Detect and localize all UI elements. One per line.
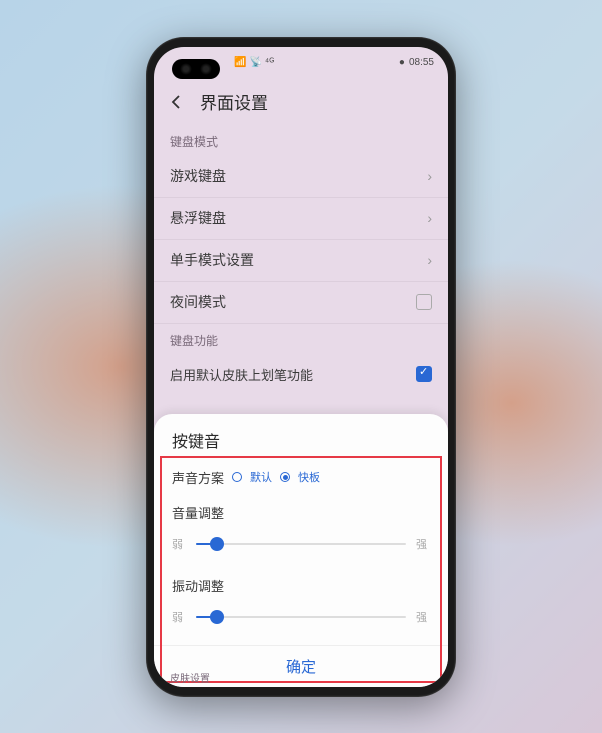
network-type: ⁴ᴳ (265, 57, 274, 68)
key-sound-dialog: 按键音 声音方案 默认 快板 音量调整 弱 (154, 414, 448, 687)
sound-scheme-label: 声音方案 (172, 468, 224, 487)
page-title: 界面设置 (200, 89, 268, 114)
signal-icon: 📶 (234, 57, 246, 68)
bottom-hint-text: 皮肤设置 (170, 670, 210, 685)
vibration-section: 振动调整 弱 强 (154, 566, 448, 639)
list-item-label: 启用默认皮肤上划笔功能 (170, 365, 313, 384)
radio-kuaiban[interactable] (280, 472, 290, 482)
volume-min-label: 弱 (172, 536, 186, 552)
list-item-label: 悬浮键盘 (170, 208, 226, 228)
battery-icon: ● (399, 57, 405, 68)
chevron-right-icon: › (427, 210, 432, 226)
section-header-keyboard-function: 键盘功能 (154, 324, 448, 355)
vibration-title: 振动调整 (172, 576, 430, 595)
section-header-keyboard-mode: 键盘模式 (154, 125, 448, 156)
screen: 📶 📡 ⁴ᴳ ● 08:55 界面设置 键盘模式 游戏键盘 › 悬浮键盘 › (154, 47, 448, 687)
volume-slider-thumb[interactable] (210, 537, 224, 551)
radio-label-default: 默认 (250, 469, 272, 485)
list-item-label: 游戏键盘 (170, 166, 226, 186)
vibration-max-label: 强 (416, 609, 430, 625)
wifi-icon: 📡 (249, 57, 261, 68)
radio-label-kuaiban: 快板 (298, 469, 320, 485)
volume-max-label: 强 (416, 536, 430, 552)
status-time: 08:55 (409, 57, 434, 68)
list-item-label: 夜间模式 (170, 292, 226, 312)
volume-section: 音量调整 弱 强 (154, 493, 448, 566)
vibration-slider-thumb[interactable] (210, 610, 224, 624)
list-item-game-keyboard[interactable]: 游戏键盘 › (154, 156, 448, 198)
list-item-label: 单手模式设置 (170, 250, 254, 270)
list-item-night-mode[interactable]: 夜间模式 (154, 282, 448, 324)
camera-cutout (172, 59, 220, 79)
list-item-floating-keyboard[interactable]: 悬浮键盘 › (154, 198, 448, 240)
checkbox-night-mode[interactable] (416, 294, 432, 310)
volume-title: 音量调整 (172, 503, 430, 522)
phone-frame: 📶 📡 ⁴ᴳ ● 08:55 界面设置 键盘模式 游戏键盘 › 悬浮键盘 › (146, 37, 456, 697)
vibration-slider[interactable] (196, 616, 406, 618)
chevron-right-icon: › (427, 168, 432, 184)
header-bar: 界面设置 (154, 79, 448, 125)
volume-slider[interactable] (196, 543, 406, 545)
vibration-min-label: 弱 (172, 609, 186, 625)
checkbox-default-skin[interactable] (416, 366, 432, 382)
settings-list: 键盘模式 游戏键盘 › 悬浮键盘 › 单手模式设置 › 夜间模式 键盘功能 启用… (154, 125, 448, 388)
radio-default[interactable] (232, 472, 242, 482)
dialog-title: 按键音 (154, 428, 448, 462)
back-button[interactable] (168, 93, 186, 111)
list-item-default-skin-swipe[interactable]: 启用默认皮肤上划笔功能 (154, 355, 448, 388)
list-item-one-hand-mode[interactable]: 单手模式设置 › (154, 240, 448, 282)
chevron-right-icon: › (427, 252, 432, 268)
sound-scheme-row: 声音方案 默认 快板 (154, 462, 448, 493)
